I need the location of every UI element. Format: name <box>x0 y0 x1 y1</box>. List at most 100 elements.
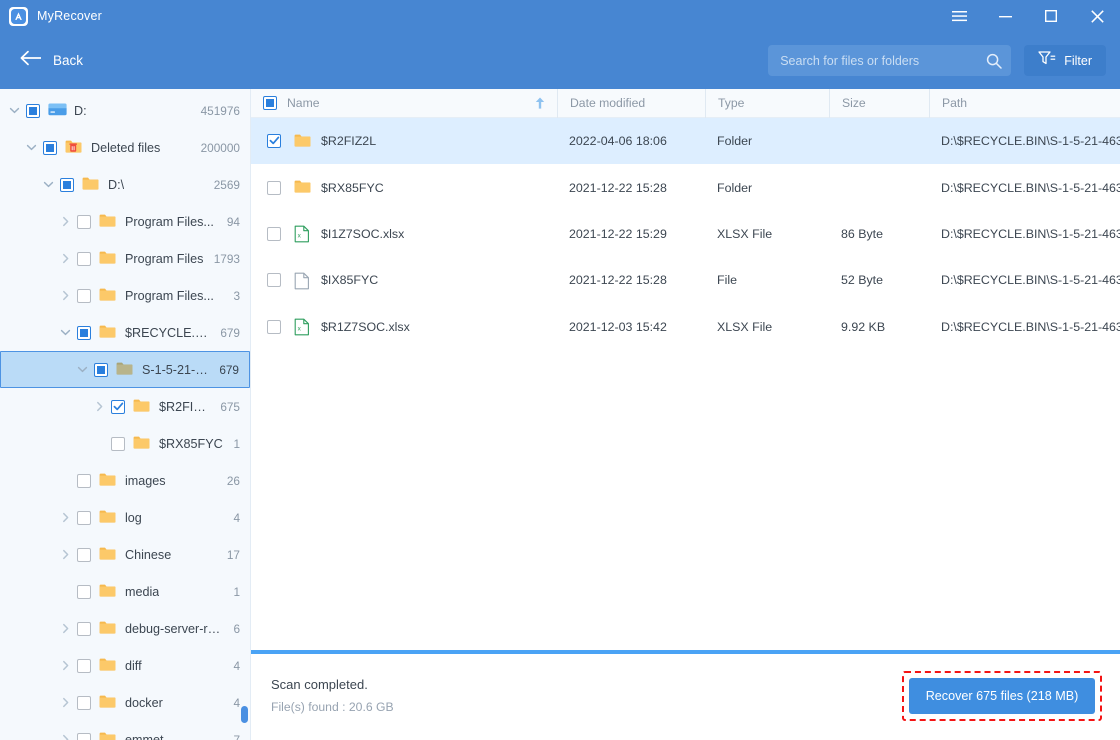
chevron-down-icon[interactable] <box>23 140 39 156</box>
drive-icon <box>48 102 67 119</box>
tree-item-program-files[interactable]: Program Files... 3 <box>0 277 250 314</box>
file-row[interactable]: x $I1Z7SOC.xlsx 2021-12-22 15:29 XLSX File 8… <box>251 211 1120 257</box>
folder-tree-sidebar[interactable]: D: 451976 Deleted files 200000 D:\ 2569 Progra… <box>0 89 251 740</box>
tree-item-diff[interactable]: diff 4 <box>0 647 250 684</box>
chevron-right-icon[interactable] <box>57 251 73 267</box>
file-row-name: $R1Z7SOC.xlsx <box>321 319 410 334</box>
hamburger-menu-icon[interactable] <box>936 0 982 32</box>
file-row[interactable]: $R2FIZ2L 2022-04-06 18:06 Folder D:\$RECYCL… <box>251 118 1120 165</box>
close-icon[interactable] <box>1074 0 1120 32</box>
tree-item-checkbox[interactable] <box>77 621 91 636</box>
minimize-icon[interactable] <box>982 0 1028 32</box>
tree-item-program-files[interactable]: Program Files... 94 <box>0 203 250 240</box>
chevron-right-icon[interactable] <box>57 695 73 711</box>
column-header-date-modified[interactable]: Date modified <box>557 88 705 118</box>
column-header-path[interactable]: Path <box>929 88 1120 118</box>
tree-item-checkbox[interactable] <box>77 251 91 266</box>
select-all-checkbox[interactable] <box>263 96 277 110</box>
tree-item-program-files[interactable]: Program Files 1793 <box>0 240 250 277</box>
recover-button-highlight: Recover 675 files (218 MB) <box>902 670 1102 721</box>
tree-item-checkbox[interactable] <box>77 732 91 740</box>
file-row-name-cell[interactable]: x $R1Z7SOC.xlsx <box>251 304 557 350</box>
tree-item-checkbox[interactable] <box>77 288 91 303</box>
sort-ascending-arrow-icon[interactable] <box>535 97 545 109</box>
file-row-date: 2021-12-03 15:42 <box>569 319 667 334</box>
file-row-checkbox[interactable] <box>267 319 281 334</box>
search-input[interactable] <box>768 45 1012 76</box>
tree-item-emmet[interactable]: emmet 7 <box>0 721 250 740</box>
tree-item-checkbox[interactable] <box>26 103 40 118</box>
column-header-size[interactable]: Size <box>829 88 929 118</box>
file-row-checkbox[interactable] <box>267 180 281 195</box>
chevron-down-icon[interactable] <box>6 103 22 119</box>
tree-item-label: Program Files <box>125 251 204 266</box>
tree-item-checkbox[interactable] <box>43 140 57 155</box>
chevron-right-icon[interactable] <box>57 732 73 740</box>
file-row-checkbox[interactable] <box>267 226 281 241</box>
file-row[interactable]: x $R1Z7SOC.xlsx 2021-12-03 15:42 XLSX File 9… <box>251 304 1120 350</box>
tree-item-images[interactable]: images 26 <box>0 462 250 499</box>
file-row-name-cell[interactable]: x $I1Z7SOC.xlsx <box>251 211 557 257</box>
tree-item-debug-server-re[interactable]: debug-server-re... 6 <box>0 610 250 647</box>
sidebar-scrollbar-thumb[interactable] <box>241 706 248 723</box>
tree-item-recycle-bin[interactable]: $RECYCLE.BIN 679 <box>0 314 250 351</box>
file-row-name: $I1Z7SOC.xlsx <box>321 226 405 241</box>
column-header-type[interactable]: Type <box>705 88 829 118</box>
tree-item-s-1-5-21-46[interactable]: S-1-5-21-46... 679 <box>0 351 250 388</box>
chevron-right-icon[interactable] <box>57 621 73 637</box>
tree-item-checkbox[interactable] <box>77 584 91 599</box>
file-row-name-cell[interactable]: $R2FIZ2L <box>251 118 557 164</box>
tree-item-media[interactable]: media 1 <box>0 573 250 610</box>
back-button[interactable]: Back <box>14 46 89 75</box>
file-row-name-cell[interactable]: $IX85FYC <box>251 257 557 303</box>
tree-item-checkbox[interactable] <box>77 214 91 229</box>
tree-item-checkbox[interactable] <box>94 362 108 377</box>
tree-item-checkbox[interactable] <box>60 177 74 192</box>
tree-item-count: 2569 <box>213 177 240 192</box>
chevron-down-icon[interactable] <box>40 177 56 193</box>
tree-item-checkbox[interactable] <box>77 658 91 673</box>
file-row[interactable]: $RX85FYC 2021-12-22 15:28 Folder D:\$RECYCL… <box>251 164 1120 210</box>
tree-item-checkbox[interactable] <box>77 325 91 340</box>
tree-item-label: S-1-5-21-46... <box>142 362 210 377</box>
tree-item-d[interactable]: D:\ 2569 <box>0 166 250 203</box>
tree-item-checkbox[interactable] <box>77 473 91 488</box>
file-row-path: D:\$RECYCLE.BIN\S-1-5-21-46306... <box>941 319 1120 334</box>
filter-button[interactable]: Filter <box>1024 45 1106 76</box>
xlsx-file-icon: x <box>294 318 311 336</box>
chevron-right-icon[interactable] <box>91 399 107 415</box>
tree-item-count: 26 <box>226 473 240 488</box>
chevron-right-icon[interactable] <box>57 658 73 674</box>
files-found-text: File(s) found : 20.6 GB <box>271 700 394 714</box>
tree-item-deleted-files[interactable]: Deleted files 200000 <box>0 129 250 166</box>
tree-item-checkbox[interactable] <box>77 695 91 710</box>
tree-item-label: images <box>125 473 166 488</box>
tree-item-docker[interactable]: docker 4 <box>0 684 250 721</box>
tree-item-log[interactable]: log 4 <box>0 499 250 536</box>
tree-item-checkbox[interactable] <box>77 547 91 562</box>
search-field-wrap <box>768 45 1012 76</box>
chevron-down-icon[interactable] <box>57 325 73 341</box>
tree-item-chinese[interactable]: Chinese 17 <box>0 536 250 573</box>
tree-item-r2fiz2l[interactable]: $R2FIZ2L 675 <box>0 388 250 425</box>
tree-item-checkbox[interactable] <box>111 436 125 451</box>
file-row-name-cell[interactable]: $RX85FYC <box>251 164 557 210</box>
tree-item-d[interactable]: D: 451976 <box>0 92 250 129</box>
chevron-right-icon[interactable] <box>57 288 73 304</box>
file-row-checkbox[interactable] <box>267 134 281 149</box>
chevron-down-icon[interactable] <box>74 362 90 378</box>
chevron-right-icon[interactable] <box>57 510 73 526</box>
file-row[interactable]: $IX85FYC 2021-12-22 15:28 File 52 Byte D:\$R… <box>251 257 1120 303</box>
tree-item-rx85fyc[interactable]: $RX85FYC 1 <box>0 425 250 462</box>
file-row-checkbox[interactable] <box>267 273 281 288</box>
recover-button[interactable]: Recover 675 files (218 MB) <box>909 677 1095 714</box>
chevron-right-icon[interactable] <box>57 547 73 563</box>
maximize-icon[interactable] <box>1028 0 1074 32</box>
file-row-size <box>829 164 929 210</box>
tree-item-checkbox[interactable] <box>77 510 91 525</box>
tree-item-label: D:\ <box>108 177 125 192</box>
tree-item-checkbox[interactable] <box>111 399 125 414</box>
column-header-name[interactable]: Name <box>251 89 557 118</box>
search-icon[interactable] <box>985 52 1003 70</box>
chevron-right-icon[interactable] <box>57 214 73 230</box>
